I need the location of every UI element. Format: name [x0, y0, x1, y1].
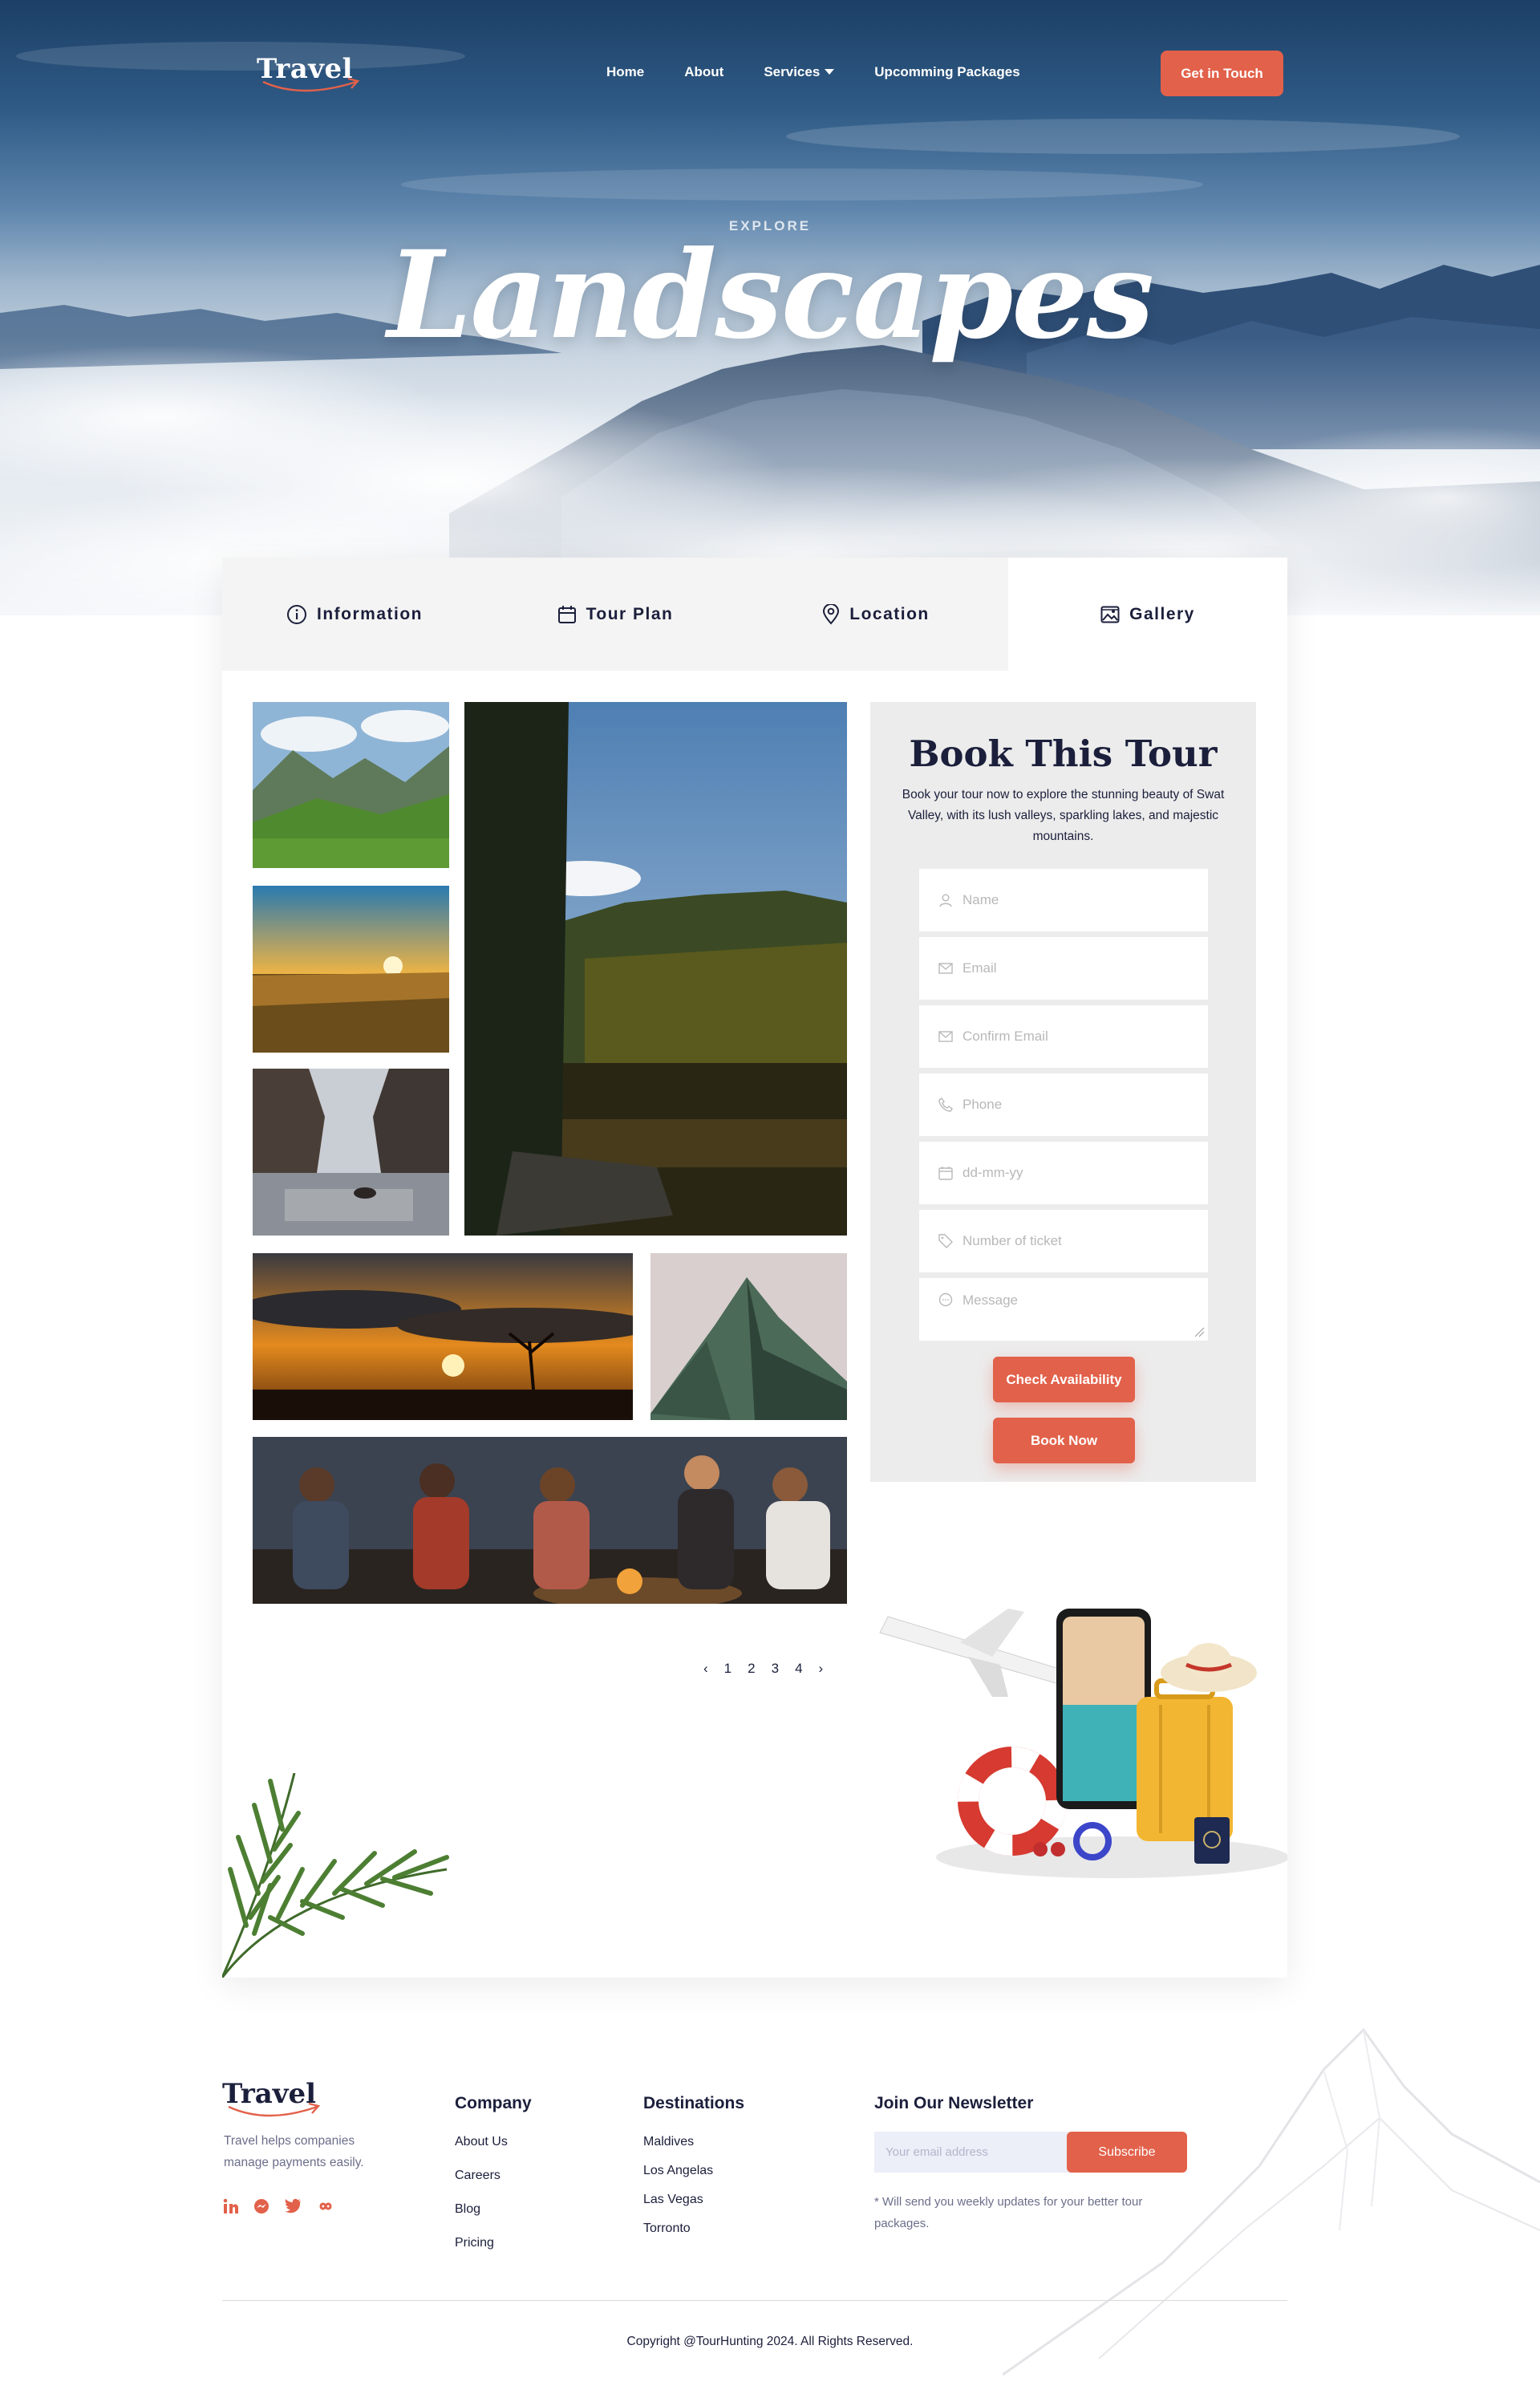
tab-tour-plan-label: Tour Plan	[586, 604, 674, 623]
page-3[interactable]: 3	[772, 1661, 779, 1677]
message-textarea[interactable]	[962, 1292, 1195, 1315]
logo-swoosh-icon	[262, 77, 360, 92]
linkedin-icon[interactable]	[223, 2198, 239, 2214]
footer-link-pricing[interactable]: Pricing	[455, 2235, 494, 2251]
twitter-icon[interactable]	[284, 2198, 302, 2214]
chat-icon	[938, 1292, 953, 1307]
gallery-image-sunset-clouds[interactable]	[253, 1253, 633, 1420]
footer-link-torronto[interactable]: Torronto	[643, 2221, 691, 2237]
page-1[interactable]: 1	[724, 1661, 732, 1677]
nav-packages-link[interactable]: Upcomming Packages	[874, 64, 1019, 80]
messenger-icon[interactable]	[253, 2198, 270, 2214]
newsletter-email-input[interactable]	[874, 2132, 1080, 2173]
main-navigation: Travel Home About Services Upcomming Pac…	[257, 48, 1283, 99]
phone-input[interactable]	[962, 1097, 1195, 1113]
mail-icon	[938, 1031, 953, 1042]
chevron-down-icon	[825, 69, 835, 75]
nav-services-link[interactable]: Services	[764, 64, 835, 80]
confirm-email-input[interactable]	[962, 1029, 1195, 1045]
footer-link-about-us[interactable]: About Us	[455, 2134, 508, 2150]
footer-link-las-vegas[interactable]: Las Vegas	[643, 2192, 703, 2208]
phone-icon	[938, 1098, 953, 1112]
calendar-icon	[938, 1167, 953, 1180]
resize-handle-icon[interactable]	[1194, 1326, 1205, 1337]
tab-location[interactable]: Location	[744, 558, 1008, 671]
footer-tagline: Travel helps companies manage payments e…	[224, 2134, 364, 2169]
tour-details-card: Information Tour Plan Location Gallery ‹…	[222, 558, 1287, 1978]
info-icon	[287, 604, 306, 624]
tab-information-label: Information	[317, 604, 423, 623]
nav-services-label: Services	[764, 64, 821, 79]
footer-divider	[222, 2300, 1287, 2301]
footer-link-blog[interactable]: Blog	[455, 2201, 480, 2218]
ticket-count-field[interactable]	[919, 1210, 1208, 1272]
tab-gallery-label: Gallery	[1129, 604, 1195, 623]
travel-items-illustration	[879, 1609, 1287, 1878]
gallery-image-forest-lake[interactable]	[464, 702, 847, 1236]
booking-title: Book This Tour	[909, 732, 1218, 775]
user-icon	[939, 894, 952, 907]
book-now-button[interactable]: Book Now	[993, 1418, 1135, 1463]
footer-link-careers[interactable]: Careers	[455, 2168, 500, 2184]
confirm-email-field[interactable]	[919, 1005, 1208, 1068]
gallery-image-mountain-ridge[interactable]	[650, 1253, 847, 1420]
nav-home-link[interactable]: Home	[606, 64, 644, 80]
hero-title: Landscapes	[387, 225, 1154, 366]
tour-tabs: Information Tour Plan Location Gallery	[222, 558, 1287, 671]
booking-panel: Book This Tour Book your tour now to exp…	[870, 702, 1256, 1482]
tab-information[interactable]: Information	[222, 558, 487, 671]
newsletter-note: * Will send you weekly updates for your …	[874, 2195, 1143, 2230]
footer-link-maldives[interactable]: Maldives	[643, 2134, 694, 2150]
tab-location-label: Location	[849, 604, 930, 623]
infinity-icon[interactable]	[316, 2198, 335, 2214]
nav-menu: Home About Services Upcomming Packages	[606, 64, 1060, 80]
image-icon	[1100, 606, 1120, 623]
booking-description: Book your tour now to explore the stunni…	[902, 788, 1225, 843]
social-links	[223, 2198, 335, 2214]
date-input[interactable]	[962, 1165, 1195, 1181]
message-field[interactable]	[919, 1278, 1208, 1341]
nav-about-link[interactable]: About	[684, 64, 723, 80]
footer-link-los-angelas[interactable]: Los Angelas	[643, 2163, 713, 2179]
company-heading: Company	[455, 2094, 532, 2112]
newsletter-heading: Join Our Newsletter	[874, 2094, 1034, 2112]
email-field[interactable]	[919, 937, 1208, 1000]
gallery-image-sunset-field[interactable]	[253, 886, 449, 1053]
prev-page-chevron-icon[interactable]: ‹	[703, 1661, 708, 1677]
location-pin-icon	[823, 603, 840, 625]
gallery-image-sea-cliffs[interactable]	[253, 1069, 449, 1236]
copyright-text: Copyright @TourHunting 2024. All Rights …	[626, 2335, 914, 2348]
phone-field[interactable]	[919, 1073, 1208, 1136]
logo-swoosh-icon	[228, 2102, 321, 2117]
gallery-image-green-valley[interactable]	[253, 702, 449, 868]
page-2[interactable]: 2	[748, 1661, 755, 1677]
calendar-icon	[557, 605, 576, 623]
palm-leaf-decoration	[222, 1773, 449, 1978]
gallery-pagination: ‹ 1 2 3 4 ›	[703, 1661, 823, 1677]
name-input[interactable]	[962, 892, 1195, 908]
subscribe-button[interactable]: Subscribe	[1067, 2132, 1187, 2173]
next-page-chevron-icon[interactable]: ›	[819, 1661, 824, 1677]
tag-icon	[938, 1234, 953, 1248]
gallery-image-campfire-friends[interactable]	[253, 1437, 847, 1604]
date-field[interactable]	[919, 1142, 1208, 1204]
email-input[interactable]	[962, 960, 1195, 976]
tab-gallery[interactable]: Gallery	[1008, 558, 1287, 671]
check-availability-button[interactable]: Check Availability	[993, 1357, 1135, 1402]
mail-icon	[938, 963, 953, 974]
tab-tour-plan[interactable]: Tour Plan	[487, 558, 744, 671]
destinations-heading: Destinations	[643, 2094, 745, 2112]
ticket-count-input[interactable]	[962, 1233, 1195, 1249]
page-4[interactable]: 4	[795, 1661, 802, 1677]
site-footer: Travel Travel helps companies manage pay…	[0, 2006, 1540, 2390]
hero-banner: Travel Home About Services Upcomming Pac…	[0, 0, 1540, 615]
name-field[interactable]	[919, 869, 1208, 931]
get-in-touch-button[interactable]: Get in Touch	[1161, 51, 1283, 96]
